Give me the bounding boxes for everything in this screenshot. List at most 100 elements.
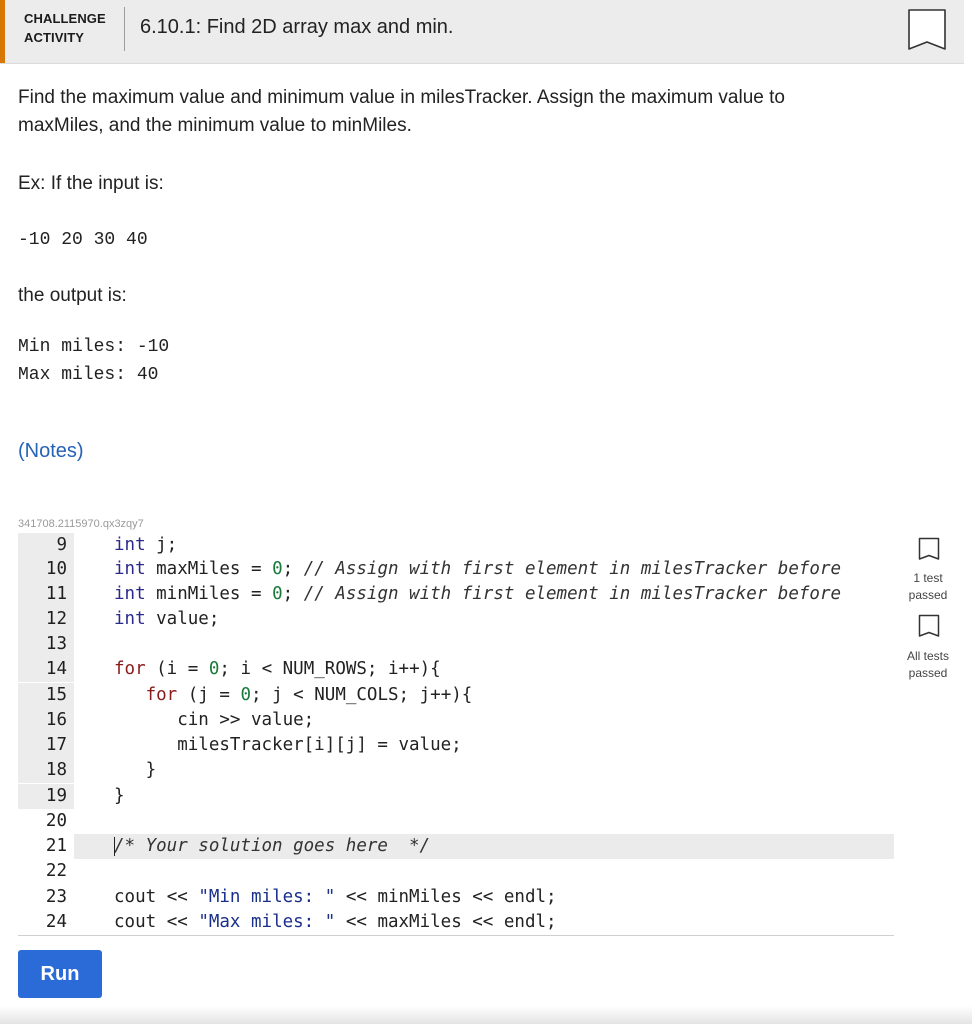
code-line-13[interactable]: 13 bbox=[18, 632, 894, 657]
line-number: 15 bbox=[18, 683, 74, 708]
code-token: value; bbox=[387, 735, 462, 755]
code-token: ++ bbox=[430, 685, 452, 705]
code-token: maxMiles bbox=[366, 912, 473, 932]
text-cursor bbox=[114, 837, 115, 856]
code-line-10[interactable]: 10 int maxMiles = 0; // Assign with first… bbox=[18, 557, 894, 582]
code-token: value; bbox=[240, 710, 315, 730]
code-token: = bbox=[187, 659, 199, 679]
code-token: < bbox=[293, 685, 304, 705]
notes-link[interactable]: (Notes) bbox=[18, 440, 84, 463]
code-token: milesTracker[i][j] bbox=[114, 735, 378, 755]
code-line-21[interactable]: 21 /* Your solution goes here */ bbox=[18, 834, 894, 859]
code-token: for bbox=[145, 685, 178, 705]
code-token: 0 bbox=[208, 659, 220, 679]
code-token: int bbox=[114, 609, 146, 629]
code-token: cout bbox=[114, 887, 167, 907]
line-number: 9 bbox=[18, 533, 74, 558]
code-token: < bbox=[261, 659, 273, 679]
code-line-24[interactable]: 24 cout << "Max miles: " << maxMiles << e… bbox=[18, 910, 894, 935]
code-line-12[interactable]: 12 int value; bbox=[18, 607, 894, 632]
accent-bar bbox=[0, 0, 5, 63]
code-text: } bbox=[114, 758, 157, 783]
line-number: 23 bbox=[18, 885, 74, 910]
badge-line-1: CHALLENGE bbox=[24, 11, 106, 26]
code-token: endl; bbox=[493, 887, 557, 907]
code-text: /* Your solution goes here */ bbox=[114, 834, 430, 859]
code-line-18[interactable]: 18 } bbox=[18, 758, 894, 783]
code-line-22[interactable]: 22 bbox=[18, 859, 894, 884]
code-token: ; bbox=[282, 559, 304, 579]
code-editor[interactable]: 9 int j; 10 int maxMiles = 0; // Assign wit… bbox=[18, 533, 894, 936]
code-token: 0 bbox=[272, 559, 283, 579]
code-token: /* Your solution goes here */ bbox=[114, 836, 431, 856]
code-text: cin >> value; bbox=[114, 708, 314, 733]
code-token: << bbox=[166, 912, 188, 932]
code-text: int minMiles = 0; // Assign with first e… bbox=[114, 582, 841, 607]
code-token: ; i bbox=[219, 659, 262, 679]
code-token: (i bbox=[145, 659, 188, 679]
code-token: ; j bbox=[251, 685, 294, 705]
activity-title: 6.10.1: Find 2D array max and min. bbox=[140, 16, 454, 38]
instructions-line-2: maxMiles, and the minimum value to minMi… bbox=[18, 115, 412, 136]
code-text: } bbox=[114, 784, 125, 809]
code-token: } bbox=[114, 760, 157, 780]
code-token: = bbox=[250, 559, 262, 579]
code-line-19[interactable]: 19} bbox=[18, 784, 894, 809]
code-token: << bbox=[472, 912, 494, 932]
code-token: "Min miles: " bbox=[198, 887, 336, 907]
line-number: 11 bbox=[18, 582, 74, 607]
code-line-20[interactable]: 20 bbox=[18, 809, 894, 834]
badge-line-2: ACTIVITY bbox=[24, 30, 85, 45]
code-token: >> bbox=[219, 710, 241, 730]
code-text: for (i = 0; i < NUM_ROWS; i++){ bbox=[114, 657, 441, 682]
run-button[interactable]: Run bbox=[18, 950, 102, 998]
code-line-14[interactable]: 14 for (i = 0; i < NUM_ROWS; i++){ bbox=[18, 657, 894, 682]
line-number: 22 bbox=[18, 859, 74, 884]
test-2-status-icon bbox=[918, 614, 940, 645]
code-token: ; bbox=[282, 584, 304, 604]
test-1-status-icon bbox=[918, 537, 940, 568]
example-output-line-1: Min miles: -10 bbox=[18, 337, 170, 357]
code-token: ){ bbox=[419, 659, 441, 679]
code-line-16[interactable]: 16 cin >> value; bbox=[18, 708, 894, 733]
code-token: NUM_ROWS; i bbox=[272, 659, 399, 679]
line-number: 19 bbox=[18, 784, 74, 809]
code-token: int bbox=[114, 559, 146, 579]
code-token: << bbox=[472, 887, 494, 907]
code-token: j; bbox=[145, 535, 178, 555]
line-number: 18 bbox=[18, 758, 74, 783]
completion-bookmark-icon[interactable] bbox=[906, 7, 948, 60]
bottom-shade bbox=[0, 1006, 972, 1024]
line-number: 20 bbox=[18, 809, 74, 834]
code-token: NUM_COLS; j bbox=[303, 685, 431, 705]
example-input: -10 20 30 40 bbox=[18, 230, 148, 250]
line-number: 16 bbox=[18, 708, 74, 733]
code-line-15[interactable]: 15 for (j = 0; j < NUM_COLS; j++){ bbox=[18, 683, 894, 708]
code-token: minMiles bbox=[145, 584, 251, 604]
code-line-9[interactable]: 9 int j; bbox=[18, 533, 894, 558]
code-token: = bbox=[377, 735, 388, 755]
code-token: // Assign with first element in milesTra… bbox=[303, 559, 842, 579]
line-number: 24 bbox=[18, 910, 74, 935]
example-output-line-2: Max miles: 40 bbox=[18, 365, 159, 385]
activity-code-id: 341708.2115970.qx3zqy7 bbox=[18, 518, 144, 530]
code-text: int j; bbox=[114, 533, 177, 558]
line-number: 17 bbox=[18, 733, 74, 758]
code-line-11[interactable]: 11 int minMiles = 0; // Assign with first… bbox=[18, 582, 894, 607]
code-token: = bbox=[250, 584, 262, 604]
line-number: 10 bbox=[18, 557, 74, 582]
instructions-text: Find the maximum value and minimum value… bbox=[18, 84, 785, 140]
code-line-23[interactable]: 23 cout << "Min miles: " << minMiles << e… bbox=[18, 885, 894, 910]
code-text: for (j = 0; j < NUM_COLS; j++){ bbox=[114, 683, 473, 708]
code-line-17[interactable]: 17 milesTracker[i][j] = value; bbox=[18, 733, 894, 758]
activity-header: CHALLENGE ACTIVITY 6.10.1: Find 2D array… bbox=[0, 0, 964, 64]
code-text: milesTracker[i][j] = value; bbox=[114, 733, 462, 758]
code-token: int bbox=[114, 535, 146, 555]
code-text: cout << "Max miles: " << maxMiles << end… bbox=[114, 910, 557, 935]
test-2-status-text: All tests passed bbox=[906, 649, 949, 680]
